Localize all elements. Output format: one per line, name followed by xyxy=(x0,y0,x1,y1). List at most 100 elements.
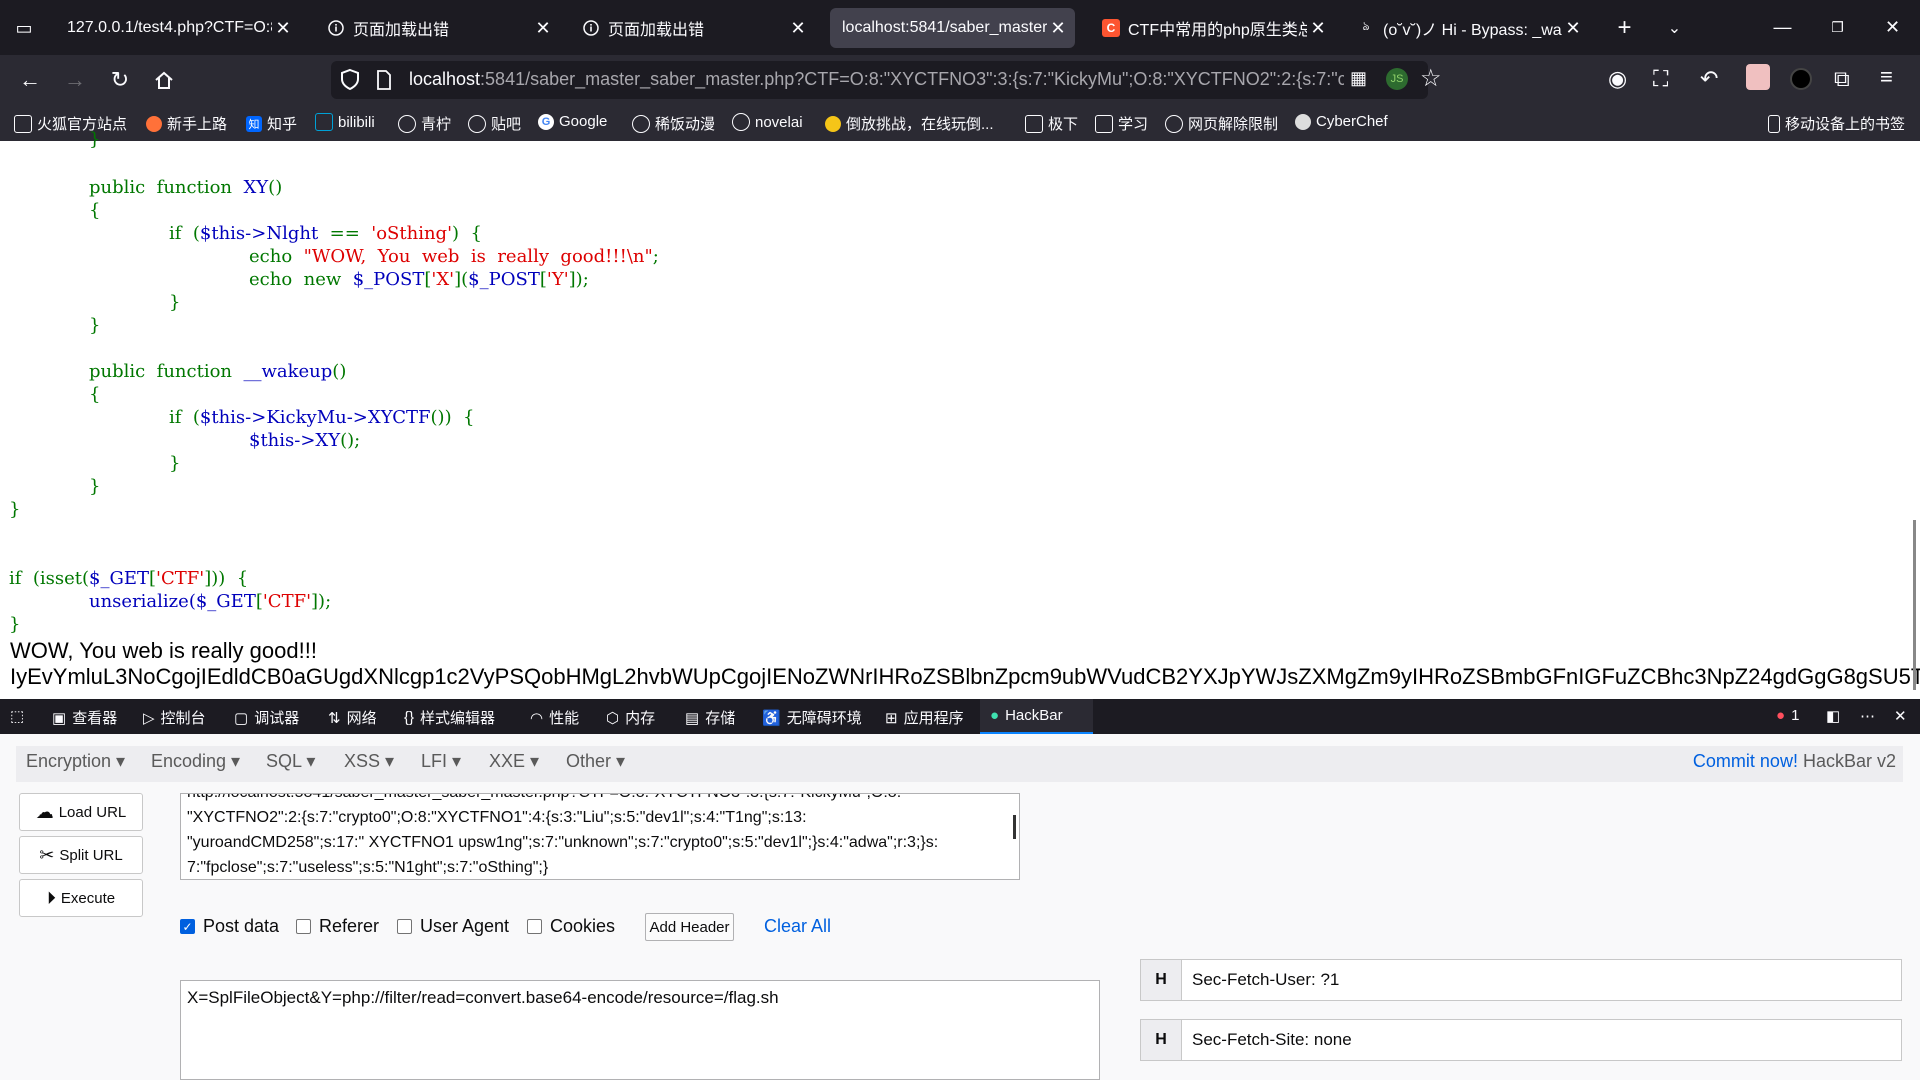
bookmark-cyberchef[interactable]: CyberChef xyxy=(1295,113,1388,130)
account-icon[interactable]: ◉ xyxy=(1608,66,1627,92)
referer-checkbox[interactable]: Referer xyxy=(296,916,379,937)
header-toggle-button[interactable]: H xyxy=(1140,1019,1182,1061)
bookmark-folder-study[interactable]: 学习 xyxy=(1095,113,1148,134)
page-scrollbar[interactable] xyxy=(1913,520,1916,690)
devtools-tab-console[interactable]: ▷ 控制台 xyxy=(143,707,206,728)
crop-icon[interactable]: ⛶ xyxy=(1653,66,1668,92)
bookmark-mobile[interactable]: 移动设备上的书签 xyxy=(1768,113,1905,134)
tab-test4[interactable]: 127.0.0.1/test4.php?CTF=O:8: ✕ xyxy=(55,8,300,48)
post-body-textarea[interactable]: X=SplFileObject&Y=php://filter/read=conv… xyxy=(180,980,1100,1080)
close-tab-icon[interactable]: ✕ xyxy=(787,18,809,39)
menu-lfi[interactable]: LFI ▾ xyxy=(421,751,461,772)
menu-other[interactable]: Other ▾ xyxy=(566,751,625,772)
code-line: } xyxy=(9,614,21,635)
extension-circle-icon[interactable] xyxy=(1790,68,1812,90)
tab-load-error-2[interactable]: 页面加载出错 ✕ xyxy=(570,8,815,48)
bookmark-label: 新手上路 xyxy=(167,116,228,133)
url-textarea[interactable]: http://localhost:5841/saber_master_saber… xyxy=(180,793,1020,880)
bookmark-bilibili[interactable]: bilibili xyxy=(315,113,375,131)
reload-icon[interactable]: ↻ xyxy=(104,64,136,96)
bookmark-folder-jixia[interactable]: 极下 xyxy=(1025,113,1078,134)
bookmark-zhihu[interactable]: 知知乎 xyxy=(246,113,297,134)
bookmark-reverse-challenge[interactable]: 倒放挑战，在线玩倒... xyxy=(825,113,994,134)
back-icon[interactable]: ← xyxy=(14,64,46,96)
close-devtools-icon[interactable]: ✕ xyxy=(1894,707,1907,725)
tab-title: 127.0.0.1/test4.php?CTF=O:8: xyxy=(67,19,272,36)
checkbox-label: Post data xyxy=(203,916,280,936)
home-icon[interactable] xyxy=(148,64,180,96)
bookmark-getting-started[interactable]: 新手上路 xyxy=(146,113,227,134)
commit-banner: Commit now! HackBar v2 xyxy=(1693,751,1896,772)
qr-code-icon[interactable]: ▦ xyxy=(1350,68,1372,90)
chevron-down-icon[interactable]: ⌄ xyxy=(1647,0,1702,55)
devtools-tab-hackbar[interactable]: ● HackBar xyxy=(990,707,1063,724)
commit-link[interactable]: Commit now! xyxy=(1693,751,1798,771)
header-value-input[interactable]: Sec-Fetch-User: ?1 xyxy=(1182,959,1902,1001)
tab-localhost-active[interactable]: localhost:5841/saber_master_ ✕ xyxy=(830,8,1075,48)
checkbox-label: Referer xyxy=(319,916,380,936)
header-toggle-button[interactable]: H xyxy=(1140,959,1182,1001)
tab-csdn[interactable]: C CTF中常用的php原生类总结 ✕ xyxy=(1090,8,1335,48)
menu-encryption[interactable]: Encryption ▾ xyxy=(26,751,125,772)
menu-xxe[interactable]: XXE ▾ xyxy=(489,751,539,772)
execute-button[interactable]: ⏵ Execute xyxy=(19,879,143,917)
extensions-icon[interactable]: ⧉ xyxy=(1834,66,1850,92)
minimize-icon[interactable]: — xyxy=(1755,0,1810,55)
dock-icon[interactable]: ◧ xyxy=(1826,707,1840,725)
textarea-scrollbar[interactable] xyxy=(1013,815,1016,839)
bookmark-novelai[interactable]: novelai xyxy=(732,113,803,131)
code-line: { xyxy=(89,384,101,405)
tab-list-icon[interactable]: ▭ xyxy=(10,14,38,42)
restore-icon[interactable]: ❐ xyxy=(1810,0,1865,55)
close-tab-icon[interactable]: ✕ xyxy=(1562,18,1584,39)
bookmark-google[interactable]: G Google xyxy=(538,113,607,130)
bookmark-xifan[interactable]: 稀饭动漫 xyxy=(632,113,715,134)
error-icon: ● xyxy=(1776,707,1786,724)
bookmark-unlock-page[interactable]: 网页解除限制 xyxy=(1165,113,1278,134)
shield-icon[interactable] xyxy=(340,68,362,92)
user-agent-checkbox[interactable]: User Agent xyxy=(397,916,509,937)
forward-icon[interactable]: → xyxy=(59,64,91,96)
post-data-checkbox[interactable]: ✓ Post data xyxy=(180,916,279,937)
bookmark-firefox-official[interactable]: 火狐官方站点 xyxy=(14,113,127,134)
url-text[interactable]: localhost:5841/saber_master_saber_master… xyxy=(409,69,1344,90)
devtools-tab-memory[interactable]: ⬡ 内存 xyxy=(606,707,655,728)
close-tab-icon[interactable]: ✕ xyxy=(272,18,294,39)
pick-element-icon[interactable]: ⬚ xyxy=(10,707,30,725)
devtools-tab-network[interactable]: ⇅ 网络 xyxy=(328,707,377,728)
menu-encoding[interactable]: Encoding ▾ xyxy=(151,751,240,772)
star-icon[interactable]: ☆ xyxy=(1420,64,1442,93)
header-value-input[interactable]: Sec-Fetch-Site: none xyxy=(1182,1019,1902,1061)
hackbar-icon: ● xyxy=(990,707,1000,724)
close-tab-icon[interactable]: ✕ xyxy=(1047,18,1069,39)
close-tab-icon[interactable]: ✕ xyxy=(1307,18,1329,39)
devtools-tab-inspector[interactable]: ▣ 查看器 xyxy=(52,707,117,728)
devtools-tab-style-editor[interactable]: {} 样式编辑器 xyxy=(404,707,495,728)
undo-icon[interactable]: ↶ xyxy=(1700,66,1718,92)
tab-load-error-1[interactable]: 页面加载出错 ✕ xyxy=(315,8,560,48)
devtools-tab-storage[interactable]: ▤ 存储 xyxy=(685,707,735,728)
devtools-tab-debugger[interactable]: ▢ 调试器 xyxy=(234,707,299,728)
split-url-button[interactable]: ✂ Split URL xyxy=(19,836,143,874)
bookmark-tieba[interactable]: 贴吧 xyxy=(468,113,521,134)
nodejs-icon[interactable]: JS xyxy=(1386,68,1408,90)
devtools-tab-accessibility[interactable]: ♿ 无障碍环境 xyxy=(762,707,862,728)
cookies-checkbox[interactable]: Cookies xyxy=(527,916,615,937)
devtools-tab-performance[interactable]: ◠ 性能 xyxy=(530,707,579,728)
globe-icon xyxy=(398,114,416,133)
clear-all-link[interactable]: Clear All xyxy=(764,916,831,937)
close-tab-icon[interactable]: ✕ xyxy=(532,18,554,39)
new-tab-icon[interactable]: + xyxy=(1597,0,1652,55)
more-options-icon[interactable]: ⋯ xyxy=(1860,707,1875,725)
bookmark-qingning[interactable]: 青柠 xyxy=(398,113,451,134)
extension-avatar-icon[interactable] xyxy=(1746,64,1770,90)
load-url-button[interactable]: ☁ Load URL xyxy=(19,793,143,831)
menu-icon[interactable]: ≡ xyxy=(1880,64,1893,90)
menu-xss[interactable]: XSS ▾ xyxy=(344,751,394,772)
error-counter[interactable]: ● 1 xyxy=(1776,707,1799,724)
close-window-icon[interactable]: ✕ xyxy=(1865,0,1920,55)
menu-sql[interactable]: SQL ▾ xyxy=(266,751,315,772)
tab-bypass[interactable]: ঌ (o˘v˘)ノ Hi - Bypass: _wa ✕ xyxy=(1345,8,1590,48)
add-header-button[interactable]: Add Header xyxy=(645,913,734,941)
devtools-tab-application[interactable]: ⊞ 应用程序 xyxy=(885,707,964,728)
